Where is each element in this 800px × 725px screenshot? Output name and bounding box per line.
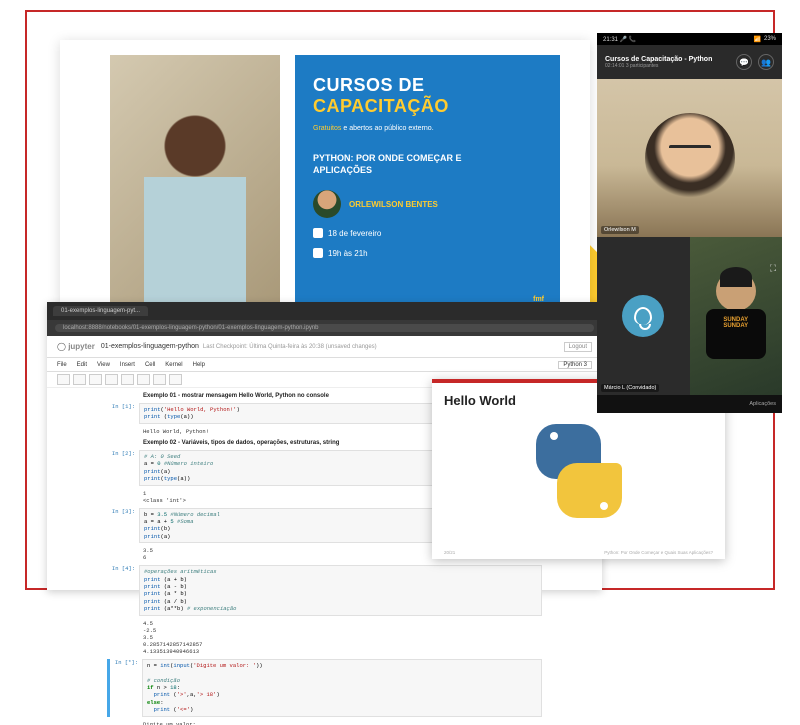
avatar-circle xyxy=(622,295,664,337)
torso: SUNDAYSUNDAY xyxy=(706,309,766,359)
restart-icon[interactable] xyxy=(169,374,182,385)
menu-view[interactable]: View xyxy=(97,362,110,368)
add-cell-icon[interactable] xyxy=(73,374,86,385)
participant-main[interactable]: Orlewilson M xyxy=(597,79,782,237)
url-input[interactable]: localhost:8888/notebooks/01-exemplos-lin… xyxy=(55,324,594,332)
flyer-content: CURSOS DE CAPACITAÇÃO Gratuitos e aberto… xyxy=(295,55,560,315)
code-input[interactable]: n = int(input('Digite um valor: '))# con… xyxy=(142,659,542,717)
battery-text: 23% xyxy=(764,36,776,43)
call-header: Cursos de Capacitação - Python 02:14:01 … xyxy=(597,45,782,79)
flyer-time: 19h às 21h xyxy=(328,249,368,258)
head xyxy=(716,271,756,311)
python-eye xyxy=(600,502,608,510)
flyer-sub-yellow: Gratuitos xyxy=(313,125,341,132)
browser-url-bar[interactable]: localhost:8888/notebooks/01-exemplos-lin… xyxy=(47,320,602,336)
presenter-name: ORLEWILSON BENTES xyxy=(349,200,438,209)
jupyter-logo: ◯ jupyter xyxy=(57,342,95,351)
cell-prompt: In [2]: xyxy=(107,450,139,486)
menu-file[interactable]: File xyxy=(57,362,67,368)
participant-face xyxy=(645,113,735,203)
output-row: 4.5-2.53.50.28571428571428574.1335139409… xyxy=(107,619,542,656)
slide-page: 20/21 xyxy=(444,550,455,555)
logout-button[interactable]: Logout xyxy=(564,342,592,352)
kernel-indicator[interactable]: Python 3 xyxy=(558,361,592,369)
code-input[interactable]: #operações aritméticasprint (a + b)print… xyxy=(139,565,542,616)
participant-name: Márcio L (Convidado) xyxy=(601,384,659,392)
menu-kernel[interactable]: Kernel xyxy=(165,362,182,368)
paste-icon[interactable] xyxy=(121,374,134,385)
participants-icon[interactable]: 👥 xyxy=(758,54,774,70)
python-yellow-snake xyxy=(557,463,622,518)
shirt-text: SUNDAYSUNDAY xyxy=(706,317,766,329)
apps-button[interactable]: Aplicações xyxy=(749,401,776,407)
jupyter-menu[interactable]: File Edit View Insert Cell Kernel Help P… xyxy=(47,358,602,372)
jupyter-header: ◯ jupyter 01-exemplos-linguagem-python L… xyxy=(47,336,602,358)
menu-cell[interactable]: Cell xyxy=(145,362,155,368)
menu-help[interactable]: Help xyxy=(193,362,205,368)
person-photo xyxy=(144,94,246,302)
browser-tab-bar[interactable]: 01-exemplos-linguagem-pyt... xyxy=(47,302,602,320)
hair xyxy=(720,267,752,287)
cut-icon[interactable] xyxy=(89,374,102,385)
flyer-photo xyxy=(110,55,280,315)
video-call-window: 21:31 🎤 📞 📶23% Cursos de Capacitação - P… xyxy=(597,33,782,413)
notebook-filename[interactable]: 01-exemplos-linguagem-python xyxy=(101,343,199,350)
copy-icon[interactable] xyxy=(105,374,118,385)
flyer-presenter-row: ORLEWILSON BENTES xyxy=(313,190,542,218)
participant-name: Orlewilson M xyxy=(601,226,639,234)
cell-prompt: In [*]: xyxy=(110,659,142,717)
flyer-topic: PYTHON: POR ONDE COMEÇAR E APLICAÇÕES xyxy=(313,153,473,176)
call-title: Cursos de Capacitação - Python xyxy=(605,56,712,63)
chat-icon[interactable]: 💬 xyxy=(736,54,752,70)
flyer-title-2: CAPACITAÇÃO xyxy=(313,96,542,117)
slide-footer-title: Python: Por Onde Começar e Quais Suas Ap… xyxy=(604,550,713,555)
participant-camera[interactable]: SUNDAYSUNDAY xyxy=(690,237,783,395)
call-header-actions: 💬 👥 xyxy=(736,54,774,70)
course-flyer: CURSOS DE CAPACITAÇÃO Gratuitos e aberto… xyxy=(60,40,590,330)
stop-icon[interactable] xyxy=(153,374,166,385)
call-header-text: Cursos de Capacitação - Python 02:14:01 … xyxy=(605,56,712,69)
participant-audio-only[interactable]: Márcio L (Convidado) xyxy=(597,237,690,395)
code-cell-running[interactable]: In [*]: n = int(input('Digite um valor: … xyxy=(107,659,542,717)
python-logo xyxy=(524,416,634,526)
run-icon[interactable] xyxy=(137,374,150,385)
clock-icon xyxy=(313,248,323,258)
checkpoint-text: Last Checkpoint: Última Quinta-feira às … xyxy=(203,344,377,350)
menu-edit[interactable]: Edit xyxy=(77,362,87,368)
expand-icon[interactable]: ⛶ xyxy=(766,263,780,277)
presenter-avatar xyxy=(313,190,341,218)
cell-output: Digite um valor: xyxy=(139,720,542,725)
calendar-icon xyxy=(313,228,323,238)
flyer-subtitle: Gratuitos e abertos ao público externo. xyxy=(313,117,542,135)
save-icon[interactable] xyxy=(57,374,70,385)
call-footer: Aplicações xyxy=(597,395,782,413)
status-icons: 📶23% xyxy=(754,36,777,43)
cell-prompt: In [4]: xyxy=(107,565,139,616)
person-icon xyxy=(634,307,652,325)
flyer-date: 18 de fevereiro xyxy=(328,229,381,238)
output-row: Digite um valor: xyxy=(107,720,542,725)
cell-prompt: In [3]: xyxy=(107,508,139,544)
flyer-time-row: 19h às 21h xyxy=(313,248,542,258)
participant-figure: SUNDAYSUNDAY xyxy=(701,271,771,361)
flyer-date-row: 18 de fevereiro xyxy=(313,228,542,238)
status-time: 21:31 🎤 📞 xyxy=(603,36,636,43)
menu-insert[interactable]: Insert xyxy=(120,362,135,368)
python-eye xyxy=(550,432,558,440)
glasses-icon xyxy=(669,145,711,155)
browser-tab[interactable]: 01-exemplos-linguagem-pyt... xyxy=(53,306,148,316)
phone-status-bar: 21:31 🎤 📞 📶23% xyxy=(597,33,782,45)
slide-footer: 20/21 Python: Por Onde Começar e Quais S… xyxy=(444,550,713,555)
call-subtitle: 02:14:01 3 participantes xyxy=(605,63,712,69)
flyer-title-1: CURSOS DE xyxy=(313,75,542,96)
participants-grid: Orlewilson M Márcio L (Convidado) SUNDAY… xyxy=(597,79,782,395)
code-cell[interactable]: In [4]: #operações aritméticasprint (a +… xyxy=(107,565,542,616)
cell-prompt: In [1]: xyxy=(107,403,139,424)
cell-output: 4.5-2.53.50.28571428571428574.1335139409… xyxy=(139,619,542,656)
flyer-sub-white: e abertos ao público externo. xyxy=(341,125,433,132)
wifi-icon: 📶 xyxy=(754,36,761,43)
